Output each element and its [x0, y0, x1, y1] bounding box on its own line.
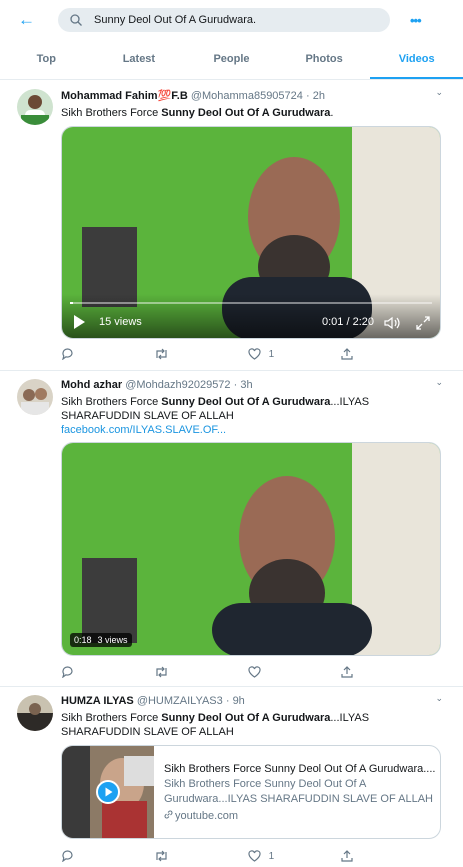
reply-button[interactable]: [61, 666, 101, 678]
reply-icon: [62, 666, 73, 678]
retweet-icon: [156, 850, 167, 862]
tweet-content: Mohammad Fahim💯F.B @Mohamma85905724 · 2h…: [61, 89, 441, 120]
retweet-button[interactable]: [154, 850, 194, 862]
avatar[interactable]: [17, 379, 53, 415]
video-progress-fill: [70, 302, 73, 304]
card-thumbnail[interactable]: [62, 746, 154, 838]
author-handle[interactable]: @Mohdazh92029572: [125, 379, 230, 391]
link-card[interactable]: Sikh Brothers Force Sunny Deol Out Of A …: [61, 745, 441, 839]
video-player[interactable]: 15 views 0:01 / 2:20: [61, 126, 441, 339]
video-badge: 0:18 3 views: [70, 633, 132, 647]
share-icon: [341, 850, 353, 862]
reply-button[interactable]: [61, 850, 101, 862]
video-progress-bar[interactable]: [70, 302, 432, 304]
like-count: 1: [268, 348, 275, 360]
tweet-header: Mohammad Fahim💯F.B @Mohamma85905724 · 2h: [61, 89, 441, 102]
fullscreen-icon[interactable]: [416, 316, 430, 330]
retweet-button[interactable]: [154, 348, 194, 360]
tweet-link[interactable]: facebook.com/ILYAS.SLAVE.OF...: [61, 423, 441, 437]
share-button[interactable]: [341, 850, 381, 862]
like-count: 1: [268, 850, 275, 862]
tweet-header: HUMZA ILYAS @HUMZAILYAS3 · 9h: [61, 695, 441, 707]
search-input[interactable]: Sunny Deol Out Of A Gurudwara.: [94, 14, 256, 26]
tweet-time[interactable]: 3h: [240, 379, 252, 391]
tweet-actions: 1: [61, 347, 381, 361]
author-handle[interactable]: @Mohamma85905724: [191, 90, 303, 102]
link-icon: [164, 810, 173, 819]
tweet-actions: [61, 665, 381, 679]
retweet-icon: [156, 666, 167, 678]
back-arrow-icon[interactable]: ←: [18, 10, 58, 30]
card-description: Sikh Brothers Force Sunny Deol Out Of A …: [164, 778, 433, 805]
avatar[interactable]: [17, 695, 53, 731]
tweet-header: Mohd azhar @Mohdazh92029572 · 3h: [61, 379, 441, 391]
author-name[interactable]: Mohammad Fahim💯F.B: [61, 90, 188, 102]
tweet-text: Sikh Brothers Force Sunny Deol Out Of A …: [61, 107, 334, 119]
tweet-text: Sikh Brothers Force Sunny Deol Out Of A …: [61, 712, 370, 738]
tweet[interactable]: ⌄ HUMZA ILYAS @HUMZAILYAS3 · 9h Sikh Bro…: [0, 687, 463, 867]
tweet-content: Mohd azhar @Mohdazh92029572 · 3h Sikh Br…: [61, 379, 441, 437]
like-icon: [248, 666, 261, 678]
share-icon: [341, 666, 353, 678]
tab-photos[interactable]: Photos: [278, 40, 371, 79]
tweet-content: HUMZA ILYAS @HUMZAILYAS3 · 9h Sikh Broth…: [61, 695, 441, 739]
video-frame: [62, 443, 440, 655]
avatar[interactable]: [17, 89, 53, 125]
view-count: 15 views: [99, 316, 142, 328]
tab-people[interactable]: People: [185, 40, 278, 79]
share-button[interactable]: [341, 666, 381, 678]
tweet-time[interactable]: 2h: [313, 90, 325, 102]
like-button[interactable]: [248, 666, 288, 678]
tab-latest[interactable]: Latest: [93, 40, 186, 79]
search-icon: [70, 14, 82, 26]
play-icon[interactable]: [96, 780, 120, 804]
view-count: 3 views: [97, 635, 128, 645]
reply-icon: [62, 850, 73, 862]
like-icon: [248, 348, 261, 360]
tweet-actions: 1: [61, 849, 381, 863]
share-icon: [341, 348, 353, 360]
tab-videos[interactable]: Videos: [370, 40, 463, 79]
separator-dot: ·: [233, 379, 238, 391]
author-name[interactable]: Mohd azhar: [61, 379, 122, 391]
volume-icon[interactable]: [384, 316, 402, 330]
video-timecode: 0:01 / 2:20: [322, 316, 374, 328]
separator-dot: ·: [305, 90, 310, 102]
tweet[interactable]: ⌄ Mohd azhar @Mohdazh92029572 · 3h Sikh …: [0, 371, 463, 687]
retweet-button[interactable]: [154, 666, 194, 678]
video-controls: 15 views 0:01 / 2:20: [62, 294, 440, 338]
reply-icon: [62, 348, 73, 360]
tweet[interactable]: ⌄ Mohammad Fahim💯F.B @Mohamma85905724 · …: [0, 81, 463, 371]
play-icon[interactable]: [74, 315, 85, 329]
video-duration: 0:18: [74, 635, 92, 645]
tweet-time[interactable]: 9h: [233, 695, 245, 707]
card-info: Sikh Brothers Force Sunny Deol Out Of A …: [154, 746, 440, 838]
card-domain: youtube.com: [164, 809, 435, 824]
like-button[interactable]: 1: [248, 850, 288, 862]
tweet-text: Sikh Brothers Force Sunny Deol Out Of A …: [61, 395, 441, 437]
retweet-icon: [156, 348, 167, 360]
author-handle[interactable]: @HUMZAILYAS3: [137, 695, 223, 707]
search-tabs: Top Latest People Photos Videos: [0, 40, 463, 80]
share-button[interactable]: [341, 348, 381, 360]
tab-top[interactable]: Top: [0, 40, 93, 79]
video-player[interactable]: 0:18 3 views: [61, 442, 441, 656]
separator-dot: ·: [225, 695, 230, 707]
like-icon: [248, 850, 261, 862]
author-name[interactable]: HUMZA ILYAS: [61, 695, 134, 707]
top-bar: ← Sunny Deol Out Of A Gurudwara. •••: [0, 0, 463, 40]
card-title[interactable]: Sikh Brothers Force Sunny Deol Out Of A …: [164, 762, 435, 777]
search-box[interactable]: Sunny Deol Out Of A Gurudwara.: [58, 8, 390, 32]
more-icon[interactable]: •••: [410, 13, 422, 28]
like-button[interactable]: 1: [248, 348, 288, 360]
reply-button[interactable]: [61, 348, 101, 360]
